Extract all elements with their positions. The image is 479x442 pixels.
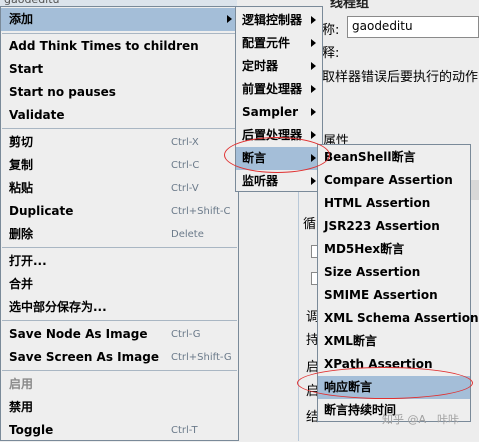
loop-label: 循 bbox=[303, 217, 317, 232]
menu-item-disable[interactable]: 禁用 bbox=[1, 396, 238, 419]
menu-item-duplicate[interactable]: Duplicate Ctrl+Shift-C bbox=[1, 200, 238, 223]
add-submenu: 逻辑控制器 配置元件 定时器 前置处理器 Sampler 后置处理器 断言 监听… bbox=[235, 6, 323, 192]
submenu-arrow-icon bbox=[311, 131, 316, 139]
submenu-arrow-icon bbox=[311, 85, 316, 93]
submenu-item-pre-processor[interactable]: 前置处理器 bbox=[236, 78, 322, 101]
submenu-arrow-icon bbox=[311, 62, 316, 70]
menu-item-save-screen-as-image[interactable]: Save Screen As Image Ctrl+Shift-G bbox=[1, 346, 238, 369]
assertion-item-xml[interactable]: XML断言 bbox=[318, 330, 470, 353]
menu-item-add[interactable]: 添加 bbox=[1, 8, 238, 31]
menu-item-paste[interactable]: 粘贴 Ctrl-V bbox=[1, 177, 238, 200]
submenu-arrow-icon bbox=[311, 177, 316, 185]
submenu-item-logic-controller[interactable]: 逻辑控制器 bbox=[236, 9, 322, 32]
scrollbar[interactable] bbox=[470, 180, 479, 200]
submenu-item-timer[interactable]: 定时器 bbox=[236, 55, 322, 78]
menu-separator bbox=[2, 128, 237, 129]
menu-item-open[interactable]: 打开... bbox=[1, 250, 238, 273]
submenu-arrow-icon bbox=[311, 39, 316, 47]
menu-item-delete[interactable]: 删除 Delete bbox=[1, 223, 238, 246]
assertion-item-xml-schema[interactable]: XML Schema Assertion bbox=[318, 307, 479, 330]
submenu-item-sampler[interactable]: Sampler bbox=[236, 101, 322, 124]
sampler-error-action-label: 取样器错误后要执行的动作 bbox=[322, 70, 479, 85]
menu-item-copy[interactable]: 复制 Ctrl-C bbox=[1, 154, 238, 177]
menu-separator bbox=[2, 320, 237, 321]
submenu-item-config-element[interactable]: 配置元件 bbox=[236, 32, 322, 55]
name-input[interactable]: gaodeditu bbox=[347, 16, 479, 38]
name-label: 称: bbox=[322, 23, 340, 38]
menu-item-save-node-as-image[interactable]: Save Node As Image Ctrl-G bbox=[1, 323, 238, 346]
submenu-arrow-icon bbox=[311, 108, 316, 116]
watermark: 知乎 @A 咔咔 bbox=[382, 413, 460, 426]
submenu-arrow-icon bbox=[227, 15, 232, 23]
menu-item-add-think-times[interactable]: Add Think Times to children bbox=[1, 35, 238, 58]
assertion-item-xpath[interactable]: XPath Assertion bbox=[318, 353, 470, 376]
menu-item-merge[interactable]: 合并 bbox=[1, 273, 238, 296]
submenu-arrow-icon bbox=[311, 16, 316, 24]
menu-separator bbox=[2, 247, 237, 248]
submenu-item-post-processor[interactable]: 后置处理器 bbox=[236, 124, 322, 147]
assertion-item-size[interactable]: Size Assertion bbox=[318, 261, 470, 284]
comment-label: 释: bbox=[322, 46, 340, 61]
assertion-item-jsr223[interactable]: JSR223 Assertion bbox=[318, 215, 470, 238]
assertion-item-beanshell[interactable]: BeanShell断言 bbox=[318, 146, 470, 169]
assertion-item-md5hex[interactable]: MD5Hex断言 bbox=[318, 238, 470, 261]
menu-item-start[interactable]: Start bbox=[1, 58, 238, 81]
submenu-arrow-icon bbox=[311, 154, 316, 162]
submenu-item-listener[interactable]: 监听器 bbox=[236, 170, 322, 193]
assertion-item-compare[interactable]: Compare Assertion bbox=[318, 169, 470, 192]
menu-separator bbox=[2, 33, 237, 34]
menu-separator bbox=[2, 370, 237, 371]
panel-title: 线程组 bbox=[330, 0, 370, 11]
assertion-item-smime[interactable]: SMIME Assertion bbox=[318, 284, 470, 307]
context-menu: 添加 Add Think Times to children Start Sta… bbox=[0, 6, 239, 441]
menu-item-enable: 启用 bbox=[9, 377, 34, 391]
menu-item-toggle[interactable]: Toggle Ctrl-T bbox=[1, 419, 238, 442]
submenu-item-assertion[interactable]: 断言 bbox=[236, 147, 322, 170]
menu-item-cut[interactable]: 剪切 Ctrl-X bbox=[1, 131, 238, 154]
assertion-submenu: BeanShell断言 Compare Assertion HTML Asser… bbox=[317, 144, 479, 422]
menu-item-validate[interactable]: Validate bbox=[1, 104, 238, 127]
assertion-item-response[interactable]: 响应断言 bbox=[318, 376, 470, 399]
assertion-item-html[interactable]: HTML Assertion bbox=[318, 192, 470, 215]
menu-item-save-selection-as[interactable]: 选中部分保存为... bbox=[1, 296, 238, 319]
menu-item-start-no-pauses[interactable]: Start no pauses bbox=[1, 81, 238, 104]
